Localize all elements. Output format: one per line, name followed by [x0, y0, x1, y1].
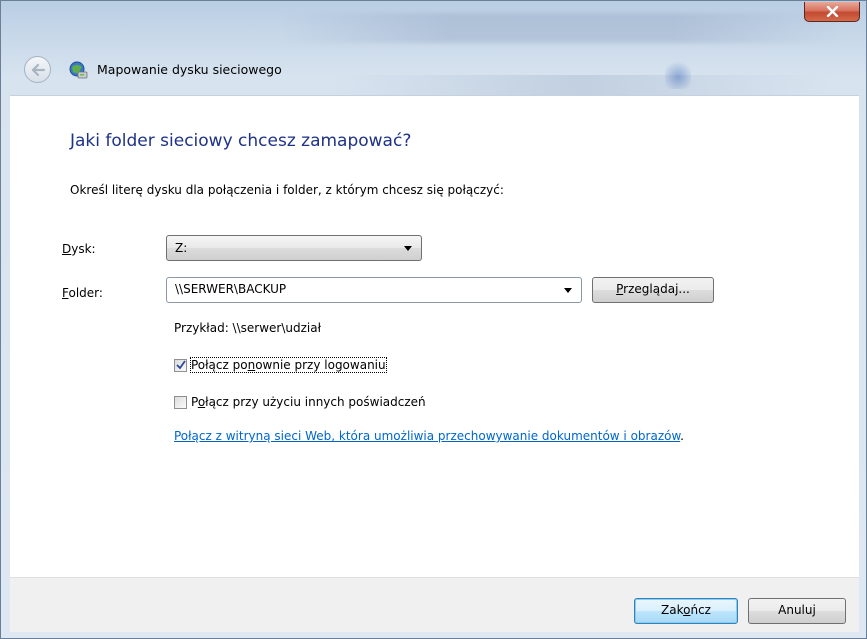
- other-credentials-checkbox[interactable]: [174, 396, 187, 409]
- other-credentials-label-pre: P: [191, 395, 198, 409]
- finish-label-pre: Zak: [661, 603, 684, 617]
- network-drive-icon: [69, 61, 88, 79]
- drive-select-value: Z:: [175, 241, 188, 255]
- wizard-content: Jaki folder sieciowy chcesz zamapować? O…: [10, 95, 859, 578]
- finish-label-post: ńcz: [690, 603, 711, 617]
- chevron-down-icon[interactable]: [564, 288, 572, 293]
- drive-label-mnemonic: D: [62, 242, 72, 256]
- example-text: Przykład: \\serwer\udział: [174, 321, 321, 335]
- drive-select[interactable]: Z:: [166, 235, 422, 261]
- window-title: Mapowanie dysku sieciowego: [97, 62, 282, 77]
- reconnect-label-pre: Połącz po: [191, 358, 248, 372]
- browse-label-post: rzeglądaj...: [623, 282, 690, 296]
- web-storage-link-row: Połącz z witryną sieci Web, która umożli…: [174, 429, 684, 443]
- reconnect-label-post: ownie przy logowaniu: [255, 358, 386, 372]
- reconnect-label[interactable]: Połącz ponownie przy logowaniu: [190, 357, 387, 373]
- close-button[interactable]: [804, 2, 860, 22]
- wizard-footer: Zakończ Anuluj: [10, 577, 859, 632]
- other-credentials-label[interactable]: Połącz przy użyciu innych poświadczeń: [191, 395, 426, 409]
- window-frame: Mapowanie dysku sieciowego Jaki folder s…: [0, 0, 867, 639]
- reconnect-checkbox[interactable]: [174, 359, 187, 372]
- web-storage-link[interactable]: Połącz z witryną sieci Web, która umożli…: [174, 429, 680, 443]
- browse-button[interactable]: Przeglądaj...: [592, 277, 714, 303]
- checkmark-icon: [176, 360, 186, 370]
- folder-input[interactable]: \\SERWER\BACKUP: [175, 282, 286, 296]
- close-icon: [826, 6, 838, 17]
- back-button[interactable]: [24, 56, 51, 83]
- drive-label-rest: ysk:: [71, 242, 96, 256]
- drive-label: Dysk:: [62, 242, 96, 256]
- page-heading: Jaki folder sieciowy chcesz zamapować?: [70, 131, 412, 151]
- back-arrow-icon: [31, 63, 45, 76]
- glass-background: [281, 13, 841, 43]
- finish-button[interactable]: Zakończ: [634, 598, 738, 624]
- other-credentials-label-post: łącz przy użyciu innych poświadczeń: [205, 395, 426, 409]
- chevron-down-icon: [404, 246, 412, 251]
- folder-combobox[interactable]: \\SERWER\BACKUP: [166, 277, 582, 303]
- cancel-button[interactable]: Anuluj: [748, 598, 846, 624]
- intro-text: Określ literę dysku dla połączenia i fol…: [70, 183, 504, 197]
- glass-background-lower: [331, 75, 831, 95]
- link-suffix: .: [680, 429, 684, 443]
- folder-label: Folder:: [62, 286, 103, 300]
- folder-label-rest: older:: [68, 286, 103, 300]
- glass-ghost-icon: [665, 59, 691, 89]
